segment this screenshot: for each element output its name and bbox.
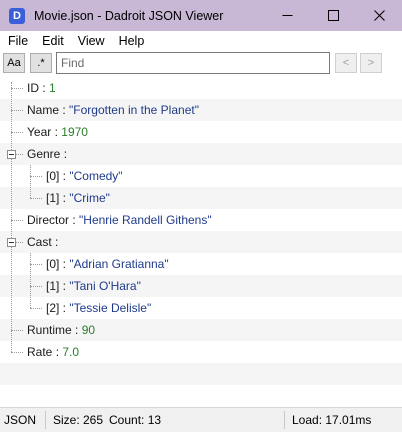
node-separator: :: [69, 213, 80, 227]
dadroit-app-icon: D: [9, 7, 25, 24]
tree-node-cast[interactable]: Cast :: [0, 231, 402, 253]
node-key: Rate: [27, 345, 53, 359]
title-bar: D Movie.json - Dadroit JSON Viewer: [0, 0, 402, 31]
status-size: Size: 265: [53, 413, 104, 427]
node-separator: :: [52, 345, 63, 359]
status-count: Count: 13: [109, 413, 162, 427]
tree-node-cast-0[interactable]: [0] : "Adrian Gratianna": [0, 253, 402, 275]
node-key: Genre: [27, 147, 61, 161]
tree-node-genre[interactable]: Genre :: [0, 143, 402, 165]
node-key: ID: [27, 81, 39, 95]
node-key: [0]: [46, 257, 60, 271]
node-separator: :: [59, 103, 70, 117]
status-load-time: Load: 17.01ms: [292, 413, 372, 427]
tree-node-genre-0[interactable]: [0] : "Comedy": [0, 165, 402, 187]
status-format: JSON: [4, 413, 37, 427]
status-bar: JSON Size: 265 Count: 13 Load: 17.01ms: [0, 407, 402, 432]
node-separator: :: [59, 301, 70, 315]
regex-button[interactable]: .*: [30, 53, 52, 73]
node-key: Runtime: [27, 323, 72, 337]
row-background: [0, 363, 402, 385]
menu-help[interactable]: Help: [112, 34, 152, 48]
node-value: "Comedy": [69, 169, 123, 183]
node-separator: :: [39, 81, 50, 95]
node-key: Cast: [27, 235, 52, 249]
maximize-button[interactable]: [310, 0, 356, 31]
node-value: "Tessie Delisle": [69, 301, 152, 315]
json-tree: ID : 1 Name : "Forgotten in the Planet" …: [0, 77, 402, 385]
tree-node-year[interactable]: Year : 1970: [0, 121, 402, 143]
find-input[interactable]: [56, 52, 330, 74]
node-value: "Tani O'Hara": [69, 279, 141, 293]
node-value: "Henrie Randell Githens": [79, 213, 212, 227]
tree-node-runtime[interactable]: Runtime : 90: [0, 319, 402, 341]
node-separator: :: [60, 147, 68, 161]
tree-node-cast-1[interactable]: [1] : "Tani O'Hara": [0, 275, 402, 297]
close-button[interactable]: [356, 0, 402, 31]
node-key: [1]: [46, 191, 60, 205]
node-separator: :: [59, 257, 70, 271]
menu-edit[interactable]: Edit: [35, 34, 71, 48]
find-toolbar: Aa .* < >: [0, 51, 402, 77]
tree-node-cast-2[interactable]: [2] : "Tessie Delisle": [0, 297, 402, 319]
minimize-icon: [282, 15, 292, 16]
tree-node-rate[interactable]: Rate : 7.0: [0, 341, 402, 363]
menu-file[interactable]: File: [0, 34, 35, 48]
find-next-button[interactable]: >: [360, 53, 382, 73]
node-separator: :: [51, 235, 59, 249]
window-controls: [264, 0, 402, 31]
tree-node-director[interactable]: Director : "Henrie Randell Githens": [0, 209, 402, 231]
node-value: "Crime": [69, 191, 110, 205]
node-value: 90: [81, 323, 96, 337]
tree-node-id[interactable]: ID : 1: [0, 77, 402, 99]
find-previous-button[interactable]: <: [335, 53, 357, 73]
minimize-button[interactable]: [264, 0, 310, 31]
node-key: [2]: [46, 301, 60, 315]
menu-bar: File Edit View Help: [0, 31, 402, 51]
tree-node-name[interactable]: Name : "Forgotten in the Planet": [0, 99, 402, 121]
node-separator: :: [59, 279, 70, 293]
menu-view[interactable]: View: [71, 34, 112, 48]
status-divider: [284, 411, 285, 429]
node-value: 1: [49, 81, 56, 95]
node-key: [0]: [46, 169, 60, 183]
window-title: Movie.json - Dadroit JSON Viewer: [34, 8, 224, 23]
node-separator: :: [51, 125, 62, 139]
maximize-icon: [327, 10, 339, 21]
node-value: "Forgotten in the Planet": [69, 103, 199, 117]
node-separator: :: [71, 323, 82, 337]
node-key: [1]: [46, 279, 60, 293]
close-icon: [373, 10, 385, 21]
tree-node-genre-1[interactable]: [1] : "Crime": [0, 187, 402, 209]
status-divider: [45, 411, 46, 429]
node-value: 7.0: [62, 345, 80, 359]
node-value: "Adrian Gratianna": [69, 257, 169, 271]
node-key: Year: [27, 125, 52, 139]
node-value: 1970: [61, 125, 88, 139]
match-case-button[interactable]: Aa: [3, 53, 25, 73]
node-key: Name: [27, 103, 60, 117]
node-separator: :: [59, 191, 70, 205]
node-key: Director: [27, 213, 70, 227]
node-separator: :: [59, 169, 70, 183]
